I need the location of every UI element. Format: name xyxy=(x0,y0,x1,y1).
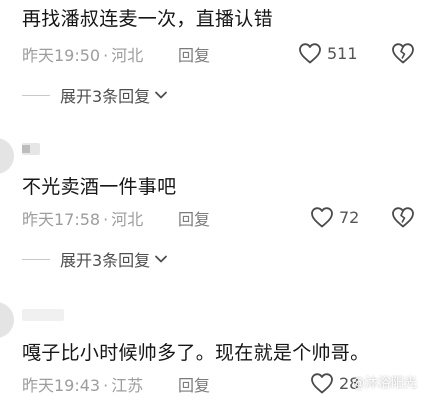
comment-meta: 昨天19:50 · 河北 xyxy=(22,42,143,66)
username-blurred[interactable] xyxy=(22,143,40,155)
comment-text: 嘎子比小时候帅多了。现在就是个帅哥。 xyxy=(22,342,370,364)
like-count: 72 xyxy=(339,207,360,227)
expand-replies-button[interactable]: 展开3条回复 xyxy=(22,248,168,270)
heart-outline-icon xyxy=(299,43,321,64)
expand-replies-label: 展开3条回复 xyxy=(60,251,151,270)
comment-meta: 昨天19:43 · 江苏 xyxy=(22,372,143,396)
expand-replies-label: 展开3条回复 xyxy=(60,87,151,106)
divider-line xyxy=(22,94,50,96)
broken-heart-icon xyxy=(392,207,414,228)
comment-text: 不光卖酒一件事吧 xyxy=(22,176,177,198)
comment-time: 昨天19:43 xyxy=(22,376,101,395)
reply-button[interactable]: 回复 xyxy=(178,206,210,230)
comment-location: 江苏 xyxy=(111,376,144,395)
comment-time: 昨天17:58 xyxy=(22,210,101,229)
chevron-down-icon xyxy=(155,91,168,99)
heart-outline-icon xyxy=(311,373,333,394)
avatar[interactable] xyxy=(0,302,14,338)
expand-replies-button[interactable]: 展开3条回复 xyxy=(22,84,168,106)
meta-separator: · xyxy=(103,376,109,395)
reply-button[interactable]: 回复 xyxy=(178,372,210,396)
divider-line xyxy=(22,258,50,260)
like-count: 511 xyxy=(327,43,358,63)
meta-separator: · xyxy=(103,46,109,65)
comment-location: 河北 xyxy=(111,210,144,229)
avatar[interactable] xyxy=(0,138,14,174)
broken-heart-icon xyxy=(392,43,414,64)
watermark-text: @沐浴阳光 xyxy=(352,376,418,391)
comment-meta: 昨天17:58 · 河北 xyxy=(22,206,143,230)
dislike-button[interactable] xyxy=(391,206,415,232)
like-button[interactable]: 511 xyxy=(298,40,358,66)
comment-location: 河北 xyxy=(111,46,144,65)
chevron-down-icon xyxy=(155,255,168,263)
meta-separator: · xyxy=(103,210,109,229)
heart-outline-icon xyxy=(311,207,333,228)
dislike-button[interactable] xyxy=(391,42,415,68)
reply-button[interactable]: 回复 xyxy=(178,42,210,66)
like-button[interactable]: 72 xyxy=(310,204,359,230)
comment-time: 昨天19:50 xyxy=(22,46,101,65)
comment-text: 再找潘叔连麦一次，直播认错 xyxy=(22,8,273,30)
username-blurred[interactable] xyxy=(22,309,64,321)
